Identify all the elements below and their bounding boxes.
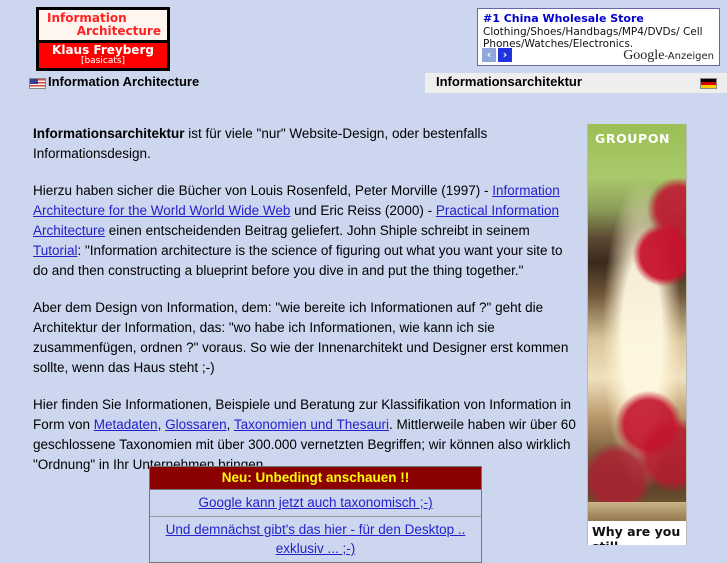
google-ads-brand: Google-Anzeigen	[623, 48, 714, 64]
google-ad-body: Clothing/Shoes/Handbags/MP4/DVDs/ Cell P…	[483, 26, 703, 50]
link-tutorial[interactable]: Tutorial	[33, 243, 78, 258]
logo-line-architecture: Architecture	[76, 24, 161, 38]
books-text-d: : "Information architecture is the scien…	[33, 243, 563, 278]
link-metadaten[interactable]: Metadaten	[94, 417, 158, 432]
site-logo[interactable]: Information Architecture Klaus Freyberg …	[36, 7, 170, 71]
paragraph-design-vs-architecture: Aber dem Design von Information, dem: "w…	[33, 300, 569, 375]
books-text-a: Hierzu haben sicher die Bücher von Louis…	[33, 183, 493, 198]
ad-prev-arrow-icon[interactable]: ‹	[482, 48, 496, 62]
us-flag-canton	[30, 79, 38, 84]
services-sep-2: ,	[226, 417, 234, 432]
link-desktop-exklusiv[interactable]: Und demnächst gibt's das hier - für den …	[166, 522, 466, 556]
google-ads-suffix: -Anzeigen	[664, 51, 714, 62]
google-ad-box[interactable]: #1 China Wholesale Store Clothing/Shoes/…	[477, 8, 720, 66]
google-wordmark: Google	[623, 48, 665, 63]
main-content: Informationsarchitektur ist für viele "n…	[33, 124, 576, 492]
ad-next-arrow-icon[interactable]: ›	[498, 48, 512, 62]
groupon-ad[interactable]: GROUPON Why are you still	[587, 124, 687, 545]
logo-bottom-panel: Klaus Freyberg [basicats]	[39, 43, 167, 68]
link-glossaren[interactable]: Glossaren	[165, 417, 227, 432]
paragraph-books: Hierzu haben sicher die Bücher von Louis…	[33, 181, 576, 281]
groupon-ad-caption: Why are you still	[588, 521, 686, 545]
groupon-wordmark: GROUPON	[595, 131, 671, 146]
lead-term: Informationsarchitektur	[33, 126, 185, 141]
promo-row[interactable]: Und demnächst gibt's das hier - für den …	[150, 517, 481, 562]
promo-box: Neu: Unbedingt anschauen !! Google kann …	[149, 466, 482, 563]
de-flag-band-gold	[701, 84, 716, 88]
google-ad-footer: ‹ › Google-Anzeigen	[482, 48, 714, 63]
us-flag-icon	[29, 78, 46, 89]
language-navbar: Information Architecture Informationsarc…	[0, 73, 727, 93]
logo-tagline: [basicats]	[80, 56, 126, 66]
logo-line-information: Information	[47, 11, 127, 25]
google-ad-title[interactable]: #1 China Wholesale Store	[483, 12, 714, 25]
nav-link-german[interactable]: Informationsarchitektur	[436, 74, 582, 89]
paragraph-services: Hier finden Sie Informationen, Beispiele…	[33, 395, 576, 475]
paragraph-intro: Informationsarchitektur ist für viele "n…	[33, 124, 576, 164]
services-sep-1: ,	[157, 417, 166, 432]
promo-header: Neu: Unbedingt anschauen !!	[150, 467, 481, 490]
logo-author-name: Klaus Freyberg	[52, 43, 154, 57]
logo-top-panel: Information Architecture	[39, 10, 167, 43]
page-header: Information Architecture Klaus Freyberg …	[0, 0, 727, 72]
books-text-c: einen entscheidenden Beitrag geliefert. …	[105, 223, 530, 238]
books-text-b: und Eric Reiss (2000) -	[290, 203, 436, 218]
groupon-ad-caption-text: Why are you still	[592, 524, 681, 545]
link-google-taxonomisch[interactable]: Google kann jetzt auch taxonomisch ;-)	[198, 495, 432, 510]
groupon-ad-photo	[588, 124, 686, 509]
de-flag-icon	[700, 78, 717, 89]
promo-row[interactable]: Google kann jetzt auch taxonomisch ;-)	[150, 490, 481, 517]
nav-link-english[interactable]: Information Architecture	[48, 74, 199, 89]
link-taxonomien-und-thesauri[interactable]: Taxonomien und Thesauri	[234, 417, 389, 432]
